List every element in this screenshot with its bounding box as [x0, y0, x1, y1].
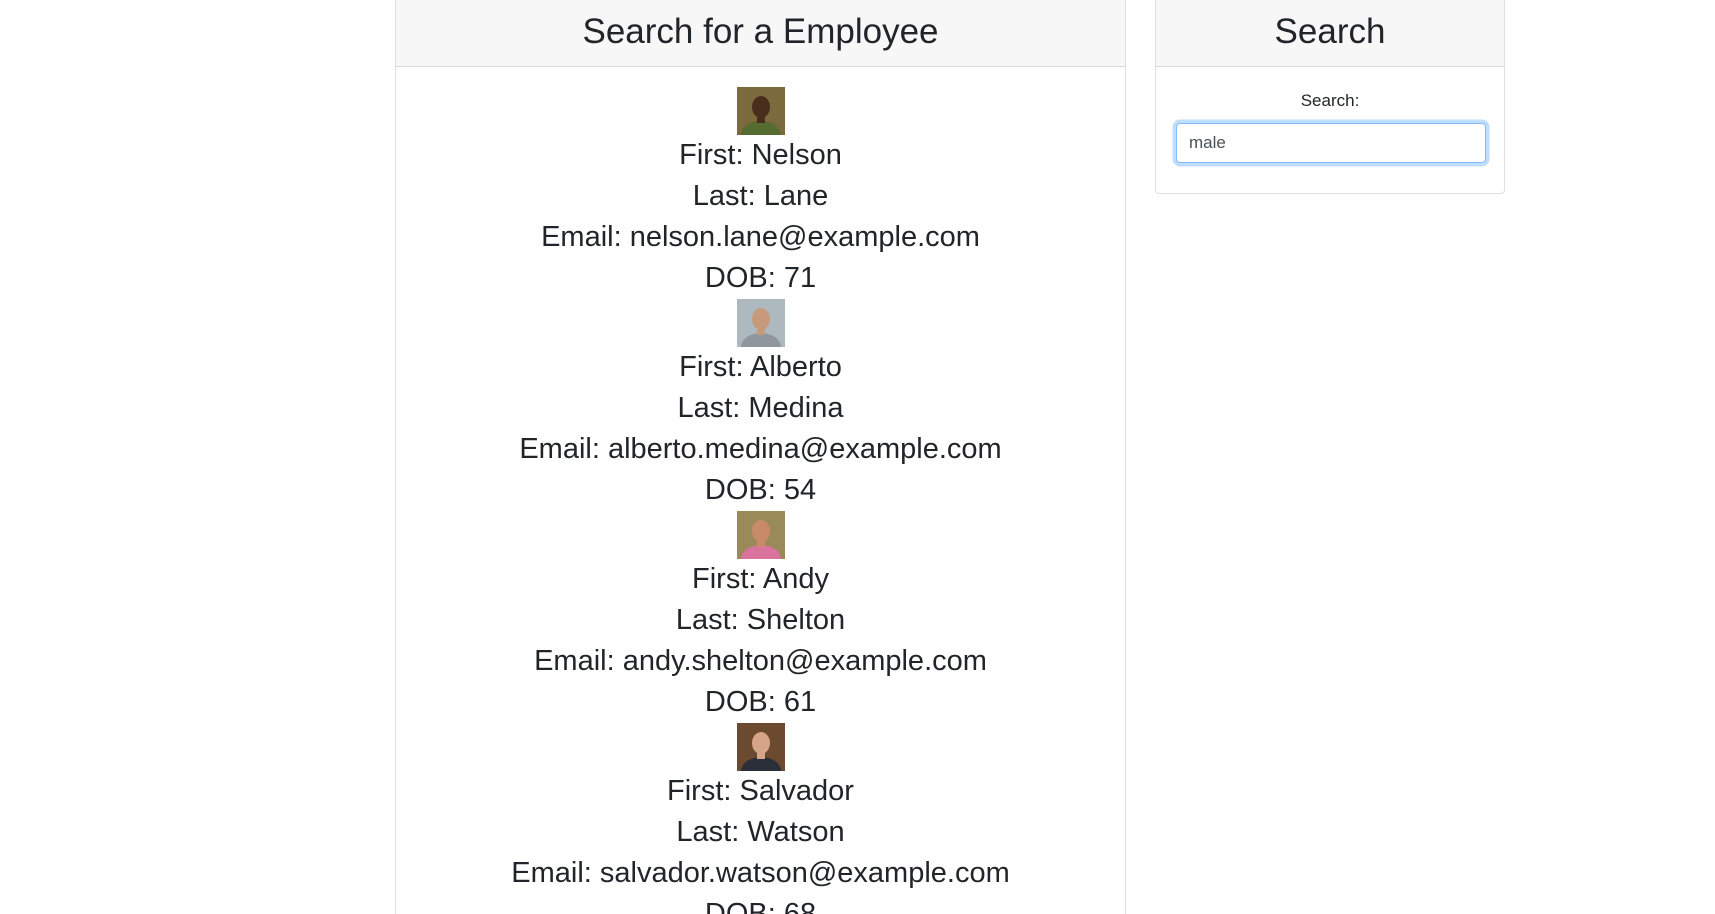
employee-email: Email: andy.shelton@example.com	[534, 645, 987, 677]
employee-results-card: Search for a Employee First: Nelson Last:…	[395, 0, 1126, 914]
employee-last-name: Last: Medina	[677, 392, 844, 424]
employee-email: Email: alberto.medina@example.com	[519, 433, 1002, 465]
employee-avatar	[736, 299, 785, 347]
employee-avatar	[736, 87, 785, 135]
employee-email: Email: nelson.lane@example.com	[541, 221, 980, 253]
results-header: Search for a Employee	[396, 0, 1125, 67]
employee-last-name: Last: Lane	[692, 180, 829, 212]
employee-first-name: First: Alberto	[679, 351, 842, 383]
employee-first-name: First: Salvador	[667, 775, 854, 807]
search-label: Search:	[1300, 91, 1360, 110]
employee-email: Email: salvador.watson@example.com	[511, 857, 1010, 889]
search-header: Search	[1156, 0, 1504, 67]
page: Search for a Employee First: Nelson Last:…	[0, 0, 1715, 914]
search-input[interactable]	[1176, 123, 1486, 163]
employee-entry: First: Andy Last: Shelton Email: andy.shel…	[396, 511, 1125, 723]
employee-last-name: Last: Watson	[676, 816, 845, 848]
employee-dob: DOB: 68	[704, 898, 817, 914]
search-card: Search Search:	[1155, 0, 1505, 194]
employee-first-name: First: Andy	[692, 563, 829, 595]
employee-entry: First: Alberto Last: Medina Email: alberto…	[396, 299, 1125, 511]
employee-entry: First: Nelson Last: Lane Email: nelson.lan…	[396, 87, 1125, 299]
search-body: Search:	[1156, 67, 1504, 163]
employee-avatar	[736, 511, 785, 559]
employee-last-name: Last: Shelton	[675, 604, 846, 636]
employee-list: First: Nelson Last: Lane Email: nelson.lan…	[396, 67, 1125, 914]
employee-dob: DOB: 54	[704, 474, 817, 506]
employee-avatar	[736, 723, 785, 771]
employee-first-name: First: Nelson	[679, 139, 842, 171]
employee-dob: DOB: 61	[704, 686, 817, 718]
employee-dob: DOB: 71	[704, 262, 817, 294]
employee-entry: First: Salvador Last: Watson Email: salvad…	[396, 723, 1125, 914]
